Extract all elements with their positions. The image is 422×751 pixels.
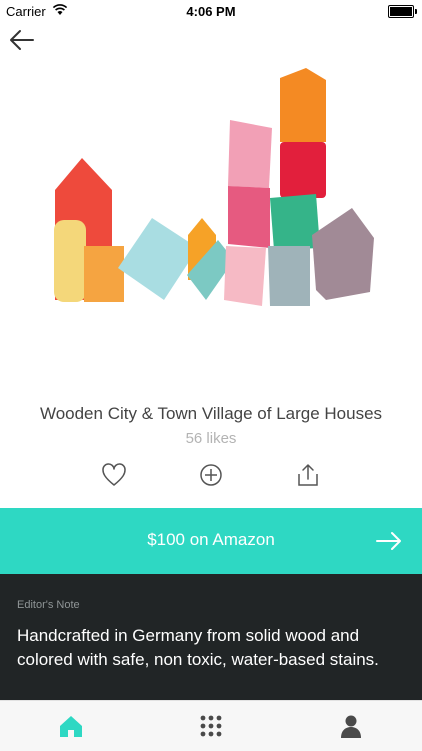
profile-icon[interactable]: [338, 713, 364, 739]
editor-note-heading: Editor's Note: [17, 599, 80, 611]
arrow-right-icon: [376, 532, 401, 550]
home-icon[interactable]: [58, 713, 84, 739]
editor-note-body: Handcrafted in Germany from solid wood a…: [17, 626, 379, 669]
buy-button[interactable]: $100 on Amazon: [0, 508, 422, 574]
status-bar: Carrier 4:06 PM: [0, 0, 422, 22]
tab-bar: [0, 700, 422, 751]
editor-note: Editor's Note Handcrafted in Germany fro…: [0, 574, 422, 700]
battery-icon: [388, 5, 417, 18]
likes-count: 56 likes: [185, 430, 237, 447]
grid-icon[interactable]: [198, 713, 224, 739]
back-arrow-icon[interactable]: [8, 26, 36, 54]
add-icon[interactable]: [197, 461, 225, 489]
product-image: [54, 68, 374, 306]
share-icon[interactable]: [294, 461, 322, 489]
product-title: Wooden City & Town Village of Large Hous…: [39, 404, 383, 423]
buy-label: $100 on Amazon: [147, 530, 275, 549]
heart-icon[interactable]: [100, 461, 128, 489]
clock: 4:06 PM: [186, 4, 236, 19]
